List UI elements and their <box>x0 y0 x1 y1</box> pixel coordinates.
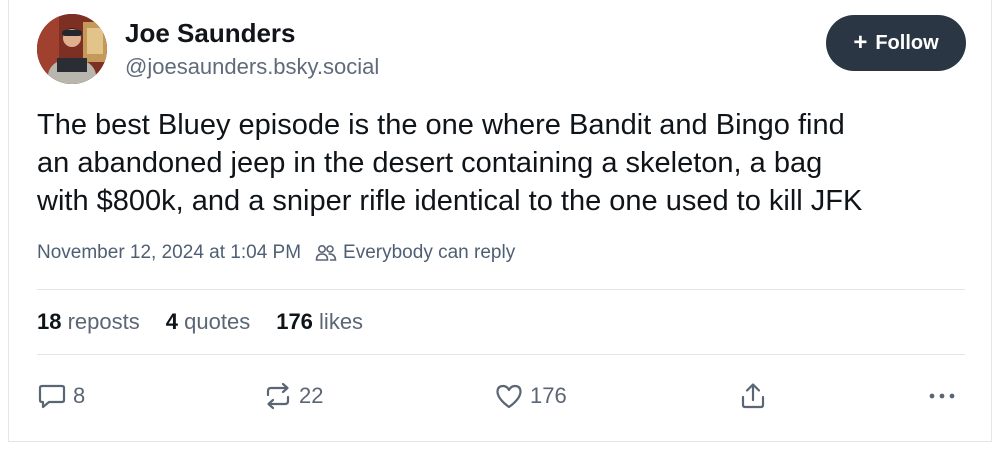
post-text: The best Bluey episode is the one where … <box>37 106 977 220</box>
quotes-stat[interactable]: 4 quotes <box>166 309 250 335</box>
repost-button[interactable]: 22 <box>263 374 323 418</box>
follow-button[interactable]: + Follow <box>826 15 966 71</box>
post-card: Joe Saunders @joesaunders.bsky.social + … <box>8 0 992 442</box>
post-stats: 18 reposts 4 quotes 176 likes <box>37 309 363 335</box>
reply-icon <box>38 384 66 409</box>
likes-count: 176 <box>276 309 313 334</box>
repost-icon <box>266 382 290 410</box>
like-button[interactable]: 176 <box>494 374 567 418</box>
like-count: 176 <box>530 383 567 408</box>
author-name[interactable]: Joe Saunders <box>125 18 296 49</box>
post-meta: November 12, 2024 at 1:04 PM Everybody c… <box>37 242 515 264</box>
author-handle[interactable]: @joesaunders.bsky.social <box>125 54 379 80</box>
quotes-label: quotes <box>184 309 251 334</box>
likes-label: likes <box>319 309 364 334</box>
more-icon <box>929 393 955 399</box>
reply-setting-label: Everybody can reply <box>343 242 516 263</box>
share-button[interactable] <box>738 374 768 418</box>
reposts-count: 18 <box>37 309 62 334</box>
post-text-line: an abandoned jeep in the desert containi… <box>37 147 823 179</box>
divider <box>37 289 965 290</box>
share-icon <box>741 383 765 409</box>
reply-setting: Everybody can reply <box>315 242 515 264</box>
follow-label: Follow <box>875 31 939 54</box>
divider <box>37 354 965 355</box>
avatar-image <box>37 14 107 84</box>
reposts-stat[interactable]: 18 reposts <box>37 309 140 335</box>
heart-icon <box>496 384 522 409</box>
post-text-line: The best Bluey episode is the one where … <box>37 109 845 141</box>
avatar[interactable] <box>37 14 107 84</box>
reposts-label: reposts <box>67 309 140 334</box>
reply-count: 8 <box>73 383 86 408</box>
quotes-count: 4 <box>165 309 179 334</box>
repost-count: 22 <box>299 383 324 408</box>
likes-stat[interactable]: 176 likes <box>276 309 363 335</box>
reply-button[interactable]: 8 <box>37 374 85 418</box>
post-text-line: with $800k, and a sniper rifle identical… <box>37 185 863 217</box>
more-options-button[interactable] <box>927 374 957 418</box>
plus-icon: + <box>853 29 868 56</box>
post-actions: 8 22 176 <box>9 374 993 418</box>
people-icon <box>315 244 337 261</box>
post-timestamp: November 12, 2024 at 1:04 PM <box>37 242 302 263</box>
